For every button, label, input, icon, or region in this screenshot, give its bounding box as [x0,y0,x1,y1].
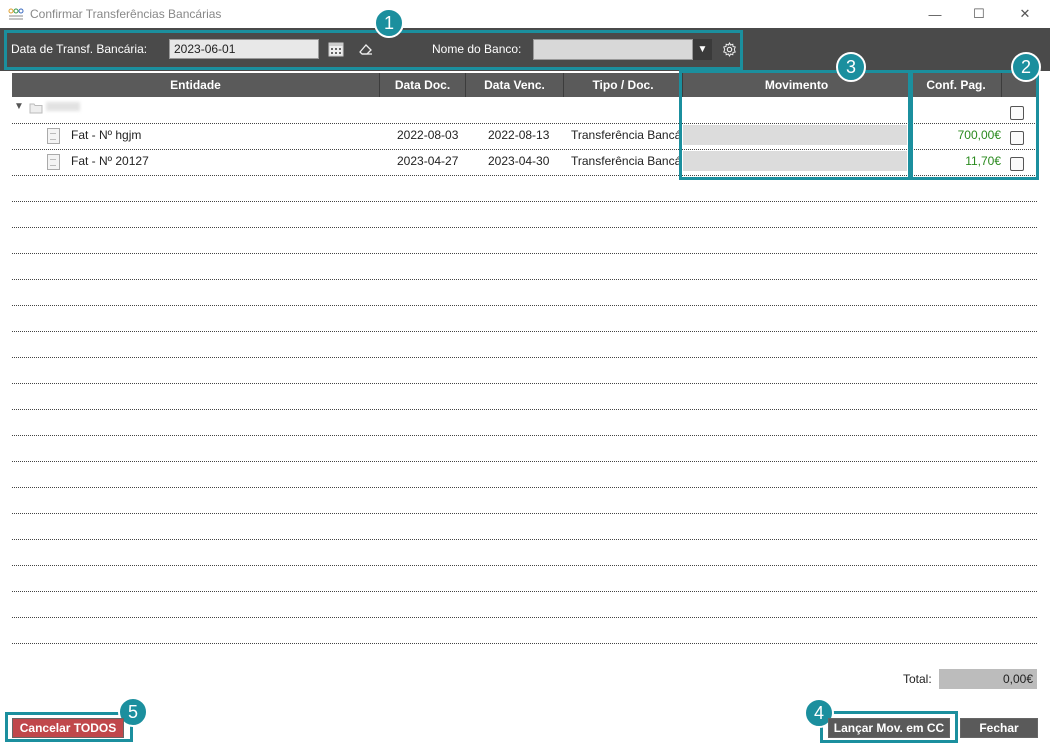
row-separator [12,435,1037,436]
row-tipo: Transferência Bancária [571,128,679,142]
post-movements-button[interactable]: Lançar Mov. em CC [828,718,950,738]
row-entidade: Fat - Nº hgjm [71,128,142,142]
row-data-venc: 2022-08-13 [488,128,550,142]
window-title: Confirmar Transferências Bancárias [30,7,222,21]
annotation-badge-3: 3 [836,52,866,82]
row-separator [12,331,1037,332]
row-separator [12,513,1037,514]
row-separator [12,591,1037,592]
row-separator [12,227,1037,228]
cancel-all-button[interactable]: Cancelar TODOS [12,718,124,738]
row-separator [12,305,1037,306]
row-data-doc: 2023-04-27 [397,154,459,168]
row-separator [12,201,1037,202]
col-data-doc[interactable]: Data Doc. [380,73,466,97]
row-separator [12,357,1037,358]
row-separator [12,461,1037,462]
row-separator [12,565,1037,566]
annotation-box-2 [910,70,1039,180]
row-separator [12,279,1037,280]
expand-arrow-icon[interactable]: ▼ [14,101,24,112]
row-entidade: Fat - Nº 20127 [71,154,149,168]
close-window-button[interactable]: ✕ [1002,0,1048,28]
folder-icon [29,103,43,114]
col-entidade[interactable]: Entidade [12,73,380,97]
col-tipo-doc[interactable]: Tipo / Doc. [564,73,683,97]
group-entity-name [46,102,80,111]
annotation-badge-1: 1 [374,8,404,38]
row-separator [12,487,1037,488]
row-separator [12,383,1037,384]
row-tipo: Transferência Bancária [571,154,679,168]
close-button[interactable]: Fechar [960,718,1038,738]
maximize-button[interactable]: ☐ [956,0,1002,28]
row-separator [12,253,1037,254]
row-separator [12,617,1037,618]
document-icon [47,154,60,170]
col-data-venc[interactable]: Data Venc. [466,73,564,97]
minimize-button[interactable]: — [912,0,958,28]
row-data-venc: 2023-04-30 [488,154,550,168]
annotation-badge-2: 2 [1011,52,1041,82]
app-icon [8,8,24,20]
row-separator [12,409,1037,410]
row-separator [12,539,1037,540]
total-value: 0,00€ [939,669,1037,689]
total-label: Total: [903,672,932,686]
document-icon [47,128,60,144]
annotation-box-1 [4,30,743,70]
row-data-doc: 2022-08-03 [397,128,459,142]
annotation-box-3 [679,70,911,180]
row-separator [12,643,1037,644]
